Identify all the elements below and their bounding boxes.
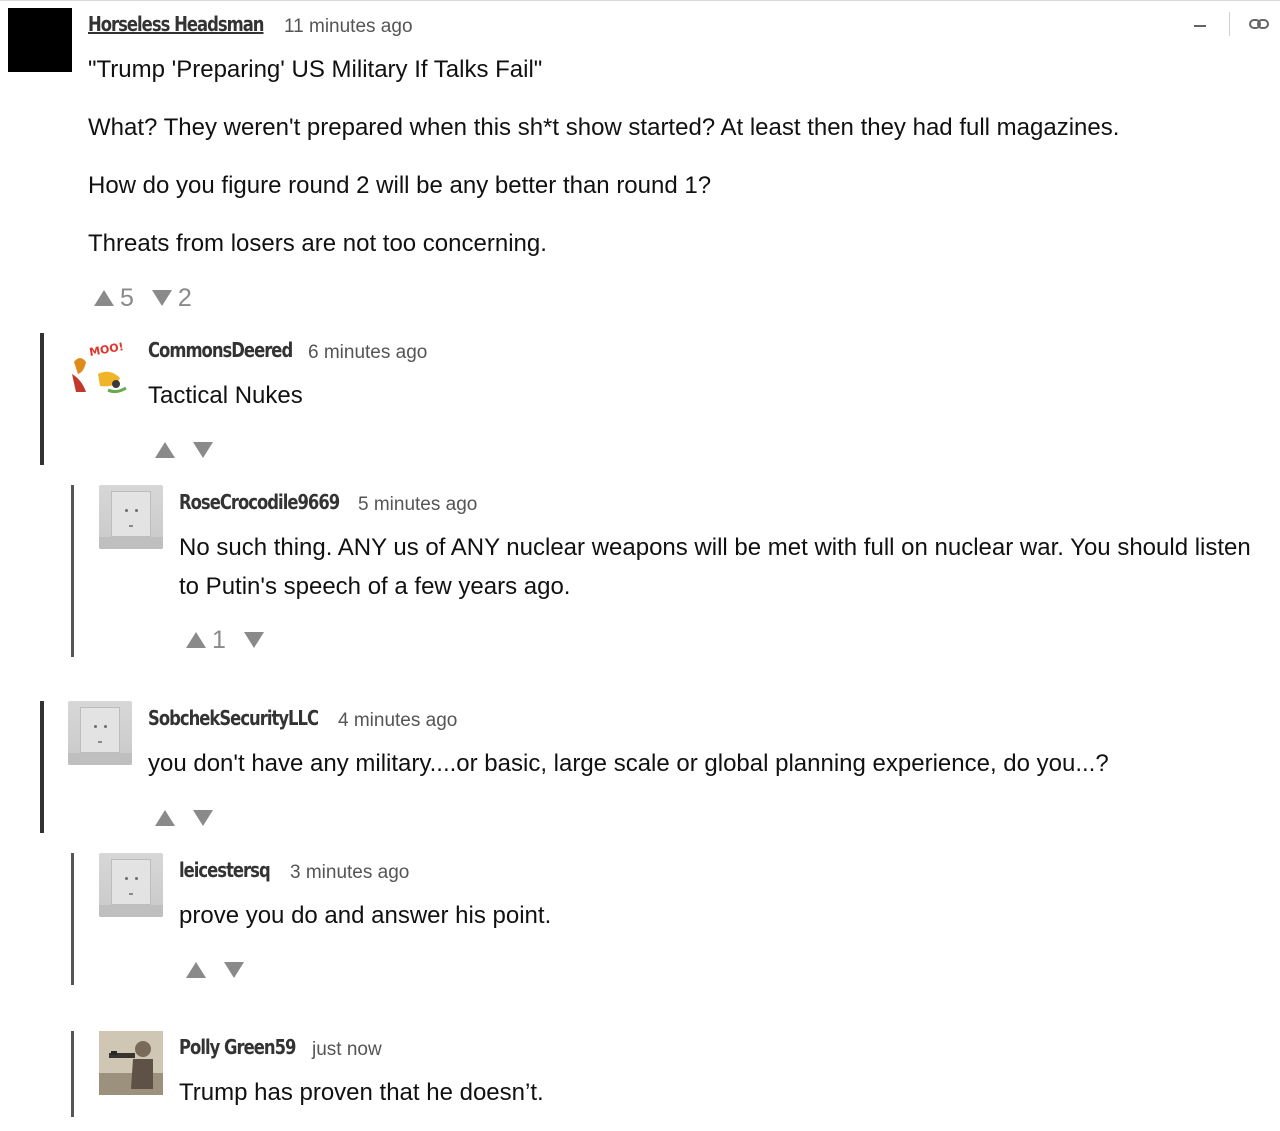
header-separator <box>1229 12 1230 36</box>
comment-body: prove you do and answer his point. <box>179 896 1259 954</box>
triangle-down-icon <box>243 632 264 648</box>
comment-body: Trump has proven that he doesn’t. <box>179 1073 1259 1131</box>
avatar-eye <box>125 509 128 512</box>
comment-paragraph: No such thing. ANY us of ANY nuclear wea… <box>179 534 1251 600</box>
comment-username[interactable]: Horseless Headsman <box>88 12 264 36</box>
upvote-count: 1 <box>212 625 226 654</box>
vote-controls <box>186 956 262 984</box>
comment-body: "Trump 'Preparing' US Military If Talks … <box>88 50 1238 282</box>
downvote-count: 2 <box>177 283 192 312</box>
triangle-down-icon <box>151 290 172 306</box>
cartoon-avatar-image: MOO! <box>68 334 132 398</box>
thread-line[interactable] <box>71 485 74 657</box>
triangle-down-icon <box>193 810 213 826</box>
comment-paragraph: "Trump 'Preparing' US Military If Talks … <box>88 56 543 83</box>
vote-controls: 1 <box>186 626 282 654</box>
collapse-button[interactable] <box>1192 24 1208 28</box>
upvote-button[interactable] <box>155 442 175 458</box>
triangle-down-icon <box>193 442 213 458</box>
avatar[interactable]: MOO! <box>68 334 132 398</box>
permalink-button[interactable] <box>1248 16 1270 32</box>
downvote-button[interactable] <box>243 632 264 648</box>
avatar[interactable] <box>99 1031 163 1095</box>
downvote-button[interactable]: 2 <box>151 283 192 313</box>
comment-username[interactable]: CommonsDeered <box>148 338 293 362</box>
thread-line[interactable] <box>71 853 74 985</box>
comment-paragraph: Trump has proven that he doesn’t. <box>179 1079 544 1106</box>
avatar[interactable] <box>99 853 163 917</box>
comment-paragraph: What? They weren't prepared when this sh… <box>88 114 1120 141</box>
upvote-button[interactable]: 1 <box>186 626 226 655</box>
comment-timestamp[interactable]: 3 minutes ago <box>290 862 409 884</box>
avatar[interactable] <box>8 8 72 72</box>
triangle-down-icon <box>224 962 244 978</box>
box-head-avatar-image <box>80 707 120 753</box>
upvote-button[interactable] <box>186 962 206 978</box>
avatar[interactable] <box>99 485 163 549</box>
comment-paragraph: you don't have any military....or basic,… <box>148 750 1109 777</box>
avatar-eye <box>135 877 138 880</box>
comment-body: you don't have any military....or basic,… <box>148 744 1258 802</box>
avatar-shoulders <box>99 905 163 917</box>
avatar-mouth <box>129 893 133 895</box>
downvote-button[interactable] <box>193 442 213 458</box>
avatar-shoulders <box>99 537 163 549</box>
downvote-button[interactable] <box>193 810 213 826</box>
triangle-up-icon <box>186 632 206 648</box>
comment-paragraph: prove you do and answer his point. <box>179 902 552 929</box>
avatar[interactable] <box>68 701 132 765</box>
avatar-eye <box>125 877 128 880</box>
comment-timestamp[interactable]: 6 minutes ago <box>308 342 427 364</box>
triangle-up-icon <box>155 810 175 826</box>
triangle-up-icon <box>94 290 114 306</box>
avatar-eye <box>94 725 97 728</box>
avatar-shoulders <box>68 753 132 765</box>
comment-username[interactable]: SobchekSecurityLLC <box>148 706 319 730</box>
vote-controls <box>155 436 231 464</box>
thread-line[interactable] <box>40 333 44 465</box>
comment-paragraph: How do you figure round 2 will be any be… <box>88 172 712 199</box>
comment-body: Tactical Nukes <box>148 376 1248 434</box>
box-head-avatar-image <box>111 859 151 905</box>
avatar-mouth <box>129 525 133 527</box>
thread-line[interactable] <box>71 1031 74 1117</box>
comment-body: No such thing. ANY us of ANY nuclear wea… <box>179 528 1274 625</box>
comment-username[interactable]: leicestersq <box>179 858 271 882</box>
comment-username[interactable]: RoseCrocodile9669 <box>179 490 340 514</box>
comment-username[interactable]: Polly Green59 <box>179 1035 296 1059</box>
comment-timestamp[interactable]: 4 minutes ago <box>338 710 457 732</box>
minus-icon <box>1194 25 1206 27</box>
avatar-eye <box>104 725 107 728</box>
comment-timestamp[interactable]: 5 minutes ago <box>358 494 477 516</box>
comment-timestamp[interactable]: 11 minutes ago <box>284 16 413 38</box>
downvote-button[interactable] <box>224 962 244 978</box>
triangle-up-icon <box>155 442 175 458</box>
comment-timestamp[interactable]: just now <box>312 1039 382 1061</box>
top-divider <box>0 0 1280 1</box>
box-head-avatar-image <box>111 491 151 537</box>
link-icon <box>1249 19 1269 29</box>
upvote-count: 5 <box>120 283 134 312</box>
comment-paragraph: Threats from losers are not too concerni… <box>88 230 547 257</box>
avatar-eye <box>135 509 138 512</box>
upvote-button[interactable]: 5 <box>94 284 134 313</box>
comment-paragraph: Tactical Nukes <box>148 382 303 409</box>
thread-line[interactable] <box>40 701 44 833</box>
vote-controls <box>155 804 231 832</box>
triangle-up-icon <box>186 962 206 978</box>
upvote-button[interactable] <box>155 810 175 826</box>
avatar-mouth <box>98 741 102 743</box>
photo-avatar-image <box>99 1031 163 1095</box>
vote-controls: 5 2 <box>94 284 210 312</box>
